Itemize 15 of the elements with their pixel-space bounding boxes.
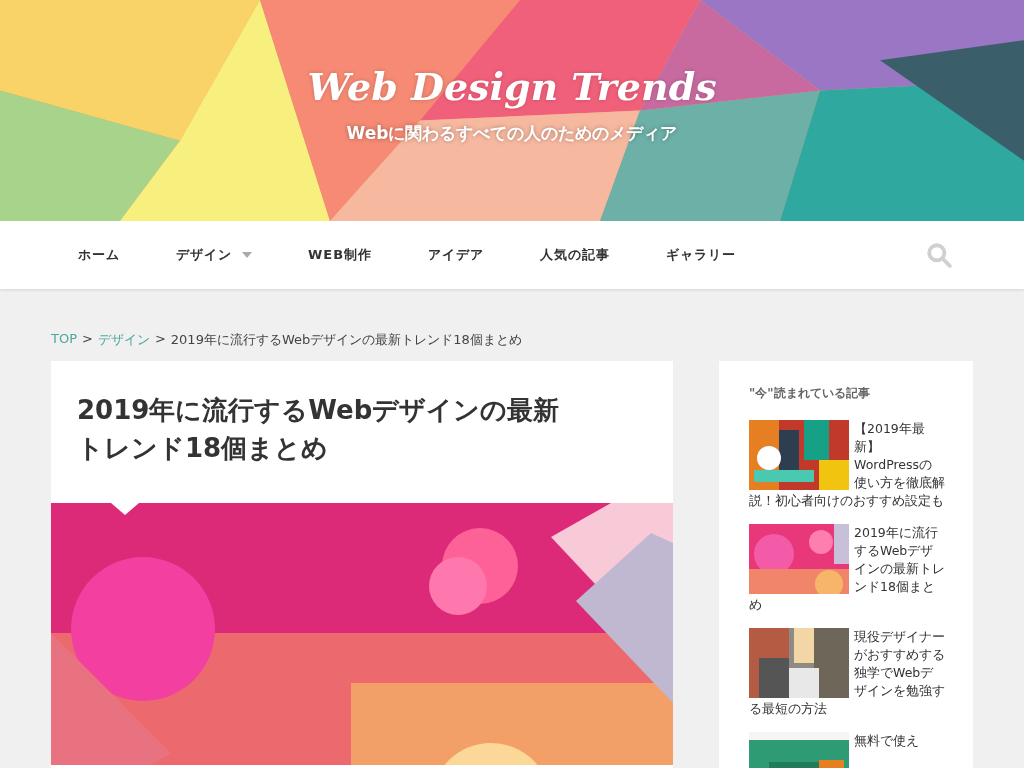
nav-item[interactable]: 人気の記事 <box>512 246 639 264</box>
nav-item[interactable]: ホーム <box>50 246 148 264</box>
article-title: 2019年に流行するWebデザインの最新トレンド18個まとめ <box>76 394 561 465</box>
breadcrumb-separator: > <box>82 331 93 348</box>
sidebar-heading: "今"読まれている記事 <box>749 385 871 402</box>
breadcrumb-separator: > <box>154 331 166 348</box>
post-link[interactable]: 2019年に流行するWebデザインの最新トレンド18個まとめ <box>749 524 945 614</box>
nav-item[interactable]: ギャラリー <box>638 246 765 264</box>
nav-item[interactable]: WEB制作 <box>280 246 401 264</box>
post-link[interactable]: 現役デザイナーがおすすめする独学でWebデザインを勉強する最短の方法 <box>749 628 945 718</box>
post-link[interactable]: 【2019年最新】WordPressの使い方を徹底解説！初心者向けのおすすめ設定も <box>749 420 945 510</box>
breadcrumb-current: 2019年に流行するWebデザインの最新トレンド18個まとめ <box>170 331 522 349</box>
post-link[interactable]: 無料で使え <box>749 732 945 750</box>
nav-item[interactable]: アイデア <box>400 246 513 264</box>
nav-item[interactable]: デザイン <box>148 246 280 264</box>
